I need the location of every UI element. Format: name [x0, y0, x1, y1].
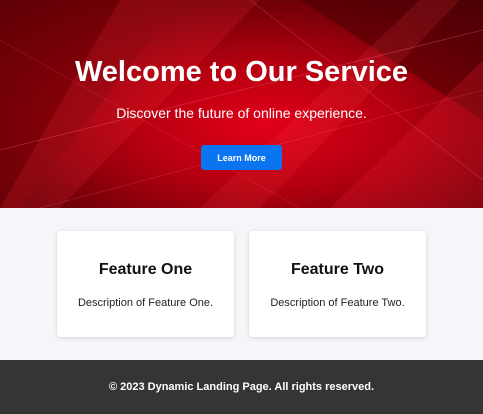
feature-title: Feature Two — [290, 261, 385, 278]
feature-card: Feature Two Description of Feature Two. — [249, 231, 426, 337]
hero-section: Welcome to Our Service Discover the futu… — [0, 0, 483, 208]
footer: © 2023 Dynamic Landing Page. All rights … — [0, 360, 483, 414]
feature-card: Feature One Description of Feature One. — [57, 231, 234, 337]
feature-description: Description of Feature Two. — [270, 297, 405, 309]
learn-more-button[interactable]: Learn More — [201, 145, 282, 170]
feature-description: Description of Feature One. — [77, 297, 214, 309]
hero-subtitle: Discover the future of online experience… — [116, 105, 367, 121]
footer-copyright: © 2023 Dynamic Landing Page. All rights … — [108, 381, 375, 393]
hero-title: Welcome to Our Service — [74, 56, 409, 88]
feature-title: Feature One — [98, 261, 193, 278]
